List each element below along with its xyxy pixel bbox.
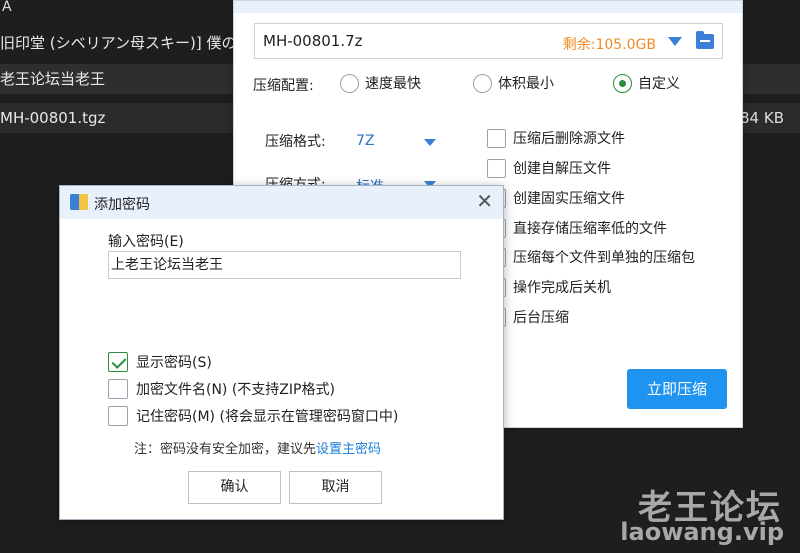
bg-file-size: 84 KB — [740, 109, 784, 127]
option-label: 压缩后删除源文件 — [513, 131, 625, 147]
folder-icon[interactable] — [696, 31, 714, 49]
cancel-button[interactable]: 取消 — [289, 471, 382, 504]
option-store-low-ratio[interactable]: 直接存储压缩率低的文件 — [487, 218, 667, 238]
checkbox-label: 记住密码(M) (将会显示在管理密码窗口中) — [136, 409, 399, 425]
format-label: 压缩格式: — [265, 134, 326, 150]
radio-label: 速度最快 — [365, 76, 421, 92]
radio-fastest[interactable]: 速度最快 — [340, 73, 421, 93]
show-password-checkbox[interactable]: 显示密码(S) — [108, 352, 212, 372]
radio-custom[interactable]: 自定义 — [613, 73, 680, 93]
bg-file-name: MH-00801.tgz — [0, 109, 106, 127]
password-input[interactable]: 上老王论坛当老王 — [108, 251, 461, 279]
password-label: 输入密码(E) — [108, 234, 184, 250]
checkbox-label: 显示密码(S) — [136, 355, 212, 371]
close-icon[interactable]: ✕ — [476, 191, 493, 211]
note-text: 注：密码没有安全加密，建议先 — [134, 442, 317, 457]
dialog-title: 添加密码 — [94, 197, 150, 213]
radio-label: 体积最小 — [498, 76, 554, 92]
option-label: 创建固实压缩文件 — [513, 191, 625, 207]
config-label: 压缩配置: — [253, 78, 314, 94]
option-shutdown[interactable]: 操作完成后关机 — [487, 277, 611, 297]
ok-button[interactable]: 确认 — [188, 471, 281, 504]
bg-file-name: 旧印堂 (シベリアン母スキー)] 僕の母 — [0, 34, 252, 52]
checkbox-label: 加密文件名(N) (不支持ZIP格式) — [136, 382, 335, 398]
free-space-label: 剩余:105.0GB — [562, 37, 656, 53]
option-label: 直接存储压缩率低的文件 — [513, 221, 667, 237]
remember-password-checkbox[interactable]: 记住密码(M) (将会显示在管理密码窗口中) — [108, 406, 398, 426]
option-sfx[interactable]: 创建自解压文件 — [487, 158, 611, 178]
option-label: 创建自解压文件 — [513, 161, 611, 177]
set-master-password-link[interactable]: 设置主密码 — [316, 442, 381, 457]
radio-label: 自定义 — [638, 76, 680, 92]
add-password-dialog: 添加密码 ✕ 输入密码(E) 上老王论坛当老王 显示密码(S) 加密文件名(N)… — [59, 185, 504, 520]
watermark-url: laowang.vip — [620, 518, 784, 546]
dialog-titlebar: 添加密码 ✕ — [60, 186, 503, 219]
option-label: 操作完成后关机 — [513, 280, 611, 296]
app-icon — [70, 194, 88, 210]
compress-now-button[interactable]: 立即压缩 — [627, 369, 727, 409]
chevron-down-icon[interactable] — [424, 139, 436, 146]
bg-file-name: 老王论坛当老王 — [0, 70, 106, 88]
path-dropdown-icon[interactable] — [668, 37, 682, 46]
option-separate-archives[interactable]: 压缩每个文件到单独的压缩包 — [487, 247, 695, 267]
bg-top-text: A — [2, 0, 12, 15]
option-label: 后台压缩 — [513, 310, 569, 326]
encrypt-filenames-checkbox[interactable]: 加密文件名(N) (不支持ZIP格式) — [108, 379, 335, 399]
option-solid[interactable]: 创建固实压缩文件 — [487, 188, 625, 208]
archive-name-field[interactable]: MH-00801.7z 剩余:105.0GB — [254, 23, 723, 59]
option-delete-source[interactable]: 压缩后删除源文件 — [487, 128, 625, 148]
option-label: 压缩每个文件到单独的压缩包 — [513, 250, 695, 266]
security-note: 注：密码没有安全加密，建议先设置主密码 — [134, 438, 381, 457]
format-select[interactable]: 7Z — [356, 133, 375, 149]
archive-name-text: MH-00801.7z — [263, 32, 363, 50]
compress-window-titlebar — [234, 1, 742, 13]
radio-smallest[interactable]: 体积最小 — [473, 73, 554, 93]
